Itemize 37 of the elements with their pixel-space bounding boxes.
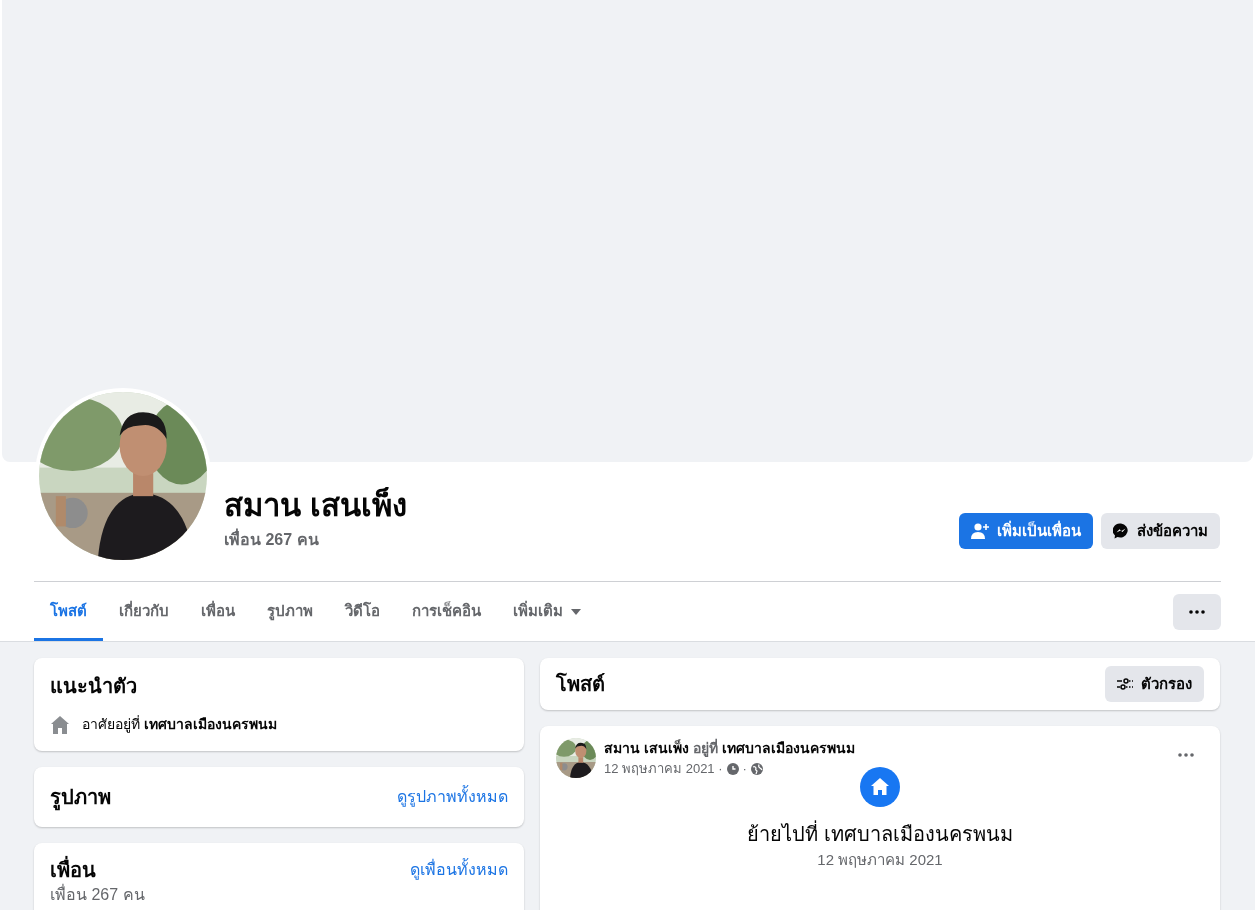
profile-tab[interactable]: วิดีโอ	[329, 582, 396, 641]
post-author-line: สมาน เสนเพ็ง อยู่ที่ เทศบาลเมืองนครพนม	[604, 738, 855, 759]
profile-name: สมาน เสนเพ็ง	[224, 486, 407, 525]
add-friend-button[interactable]: เพิ่มเป็นเพื่อน	[959, 513, 1093, 549]
see-all-friends-link[interactable]: ดูเพื่อนทั้งหมด	[410, 858, 508, 882]
lives-in-text: อาศัยอยู่ที่ เทศบาลเมืองนครพนม	[82, 714, 277, 735]
see-all-photos-link[interactable]: ดูรูปภาพทั้งหมด	[397, 785, 508, 809]
friend-count: เพื่อน 267 คน	[224, 528, 407, 552]
life-event-date: 12 พฤษภาคม 2021	[817, 849, 943, 870]
friend-count: เพื่อน 267 คน	[50, 885, 146, 905]
message-button[interactable]: ส่งข้อความ	[1101, 513, 1220, 549]
messenger-icon	[1113, 523, 1129, 539]
clock-icon	[726, 762, 739, 775]
profile-tab[interactable]: เกี่ยวกับ	[103, 582, 185, 641]
globe-icon	[750, 762, 763, 775]
home-icon	[50, 714, 70, 735]
profile-tab[interactable]: โพสต์	[34, 582, 103, 641]
profile-tab[interactable]: รูปภาพ	[251, 582, 329, 641]
add-person-icon	[971, 523, 989, 539]
home-icon	[860, 766, 900, 807]
card-title: เพื่อน	[50, 855, 96, 885]
filter-button[interactable]: ตัวกรอง	[1105, 666, 1204, 702]
post-date[interactable]: 12 พฤษภาคม 2021 ·	[604, 759, 723, 779]
separator-dot: ·	[742, 760, 747, 778]
more-icon	[1189, 609, 1205, 614]
card-title: แนะนำตัว	[50, 674, 138, 699]
more-icon	[1178, 753, 1194, 757]
caret-icon	[571, 608, 581, 615]
post-options-button[interactable]	[1176, 750, 1196, 760]
more-options-button[interactable]	[1173, 593, 1221, 630]
life-event-text: ย้ายไปที่ เทศบาลเมืองนครพนม	[747, 819, 1013, 847]
profile-tab[interactable]: เพื่อน	[185, 582, 251, 641]
sliders-icon	[1117, 678, 1133, 690]
card-title: รูปภาพ	[50, 782, 111, 812]
profile-tab[interactable]: การเช็คอิน	[396, 582, 497, 641]
profile-tab[interactable]: เพิ่มเติม	[497, 582, 597, 641]
card-title: โพสต์	[556, 671, 605, 697]
